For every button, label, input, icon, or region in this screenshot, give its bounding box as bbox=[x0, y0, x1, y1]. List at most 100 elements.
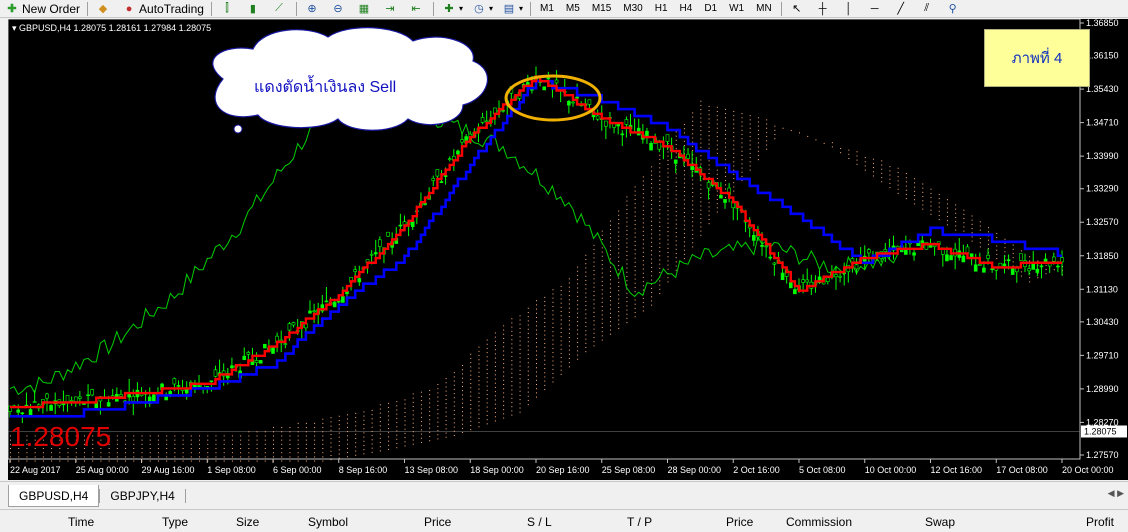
new-order-button[interactable]: ✚ New Order bbox=[0, 0, 84, 18]
cloud-dot bbox=[437, 409, 439, 411]
cloud-dot bbox=[396, 426, 398, 428]
chart-area[interactable]: 1.36850 1.36150 1.35430 1.34710 1.33990 1.332… bbox=[8, 19, 1128, 480]
column-current-price[interactable]: Price bbox=[726, 515, 753, 529]
candle-body bbox=[1051, 256, 1056, 262]
cloud-dot bbox=[725, 108, 727, 110]
tab-scroll-arrows[interactable]: ◀ ▶ bbox=[1108, 488, 1124, 499]
timeframe-h4[interactable]: H4 bbox=[674, 0, 699, 18]
cloud-dot bbox=[470, 362, 472, 364]
cloud-dot bbox=[256, 443, 258, 445]
cloud-dot bbox=[552, 331, 554, 333]
horizontal-line-button[interactable]: ─ bbox=[863, 0, 889, 18]
cloud-dot bbox=[223, 435, 225, 437]
indicators-button[interactable]: ✚ ▾ bbox=[437, 0, 467, 18]
zoom-out-button[interactable]: ⊖ bbox=[326, 0, 352, 18]
cloud-dot bbox=[420, 408, 422, 410]
cloud-dot bbox=[577, 316, 579, 318]
cloud-dot bbox=[1012, 244, 1014, 246]
cloud-dot bbox=[174, 439, 176, 441]
cloud-dot bbox=[305, 456, 307, 458]
tab-gbpjpy-h4[interactable]: GBPJPY,H4 bbox=[100, 485, 184, 506]
cloud-dot bbox=[338, 428, 340, 430]
cloud-dot bbox=[651, 178, 653, 180]
cloud-dot bbox=[766, 144, 768, 146]
cloud-dot bbox=[503, 371, 505, 373]
column-symbol[interactable]: Symbol bbox=[308, 515, 348, 529]
cloud-dot bbox=[700, 155, 702, 157]
toolbar-separator bbox=[87, 1, 89, 16]
cloud-dot bbox=[552, 318, 554, 320]
timeframe-m5[interactable]: M5 bbox=[560, 0, 586, 18]
zoom-in-button[interactable]: ⊕ bbox=[300, 0, 326, 18]
cloud-dot bbox=[314, 460, 316, 462]
search-button[interactable]: ⚲ bbox=[941, 0, 967, 18]
cloud-dot bbox=[552, 339, 554, 341]
cloud-dot bbox=[314, 443, 316, 445]
column-swap[interactable]: Swap bbox=[925, 515, 955, 529]
column-commission[interactable]: Commission bbox=[786, 515, 852, 529]
cloud-dot bbox=[149, 456, 151, 458]
candle-body bbox=[369, 253, 374, 256]
tile-windows-button[interactable]: ▦ bbox=[352, 0, 378, 18]
autoscroll-button[interactable]: ⇥ bbox=[378, 0, 404, 18]
channel-button[interactable]: ⫽ bbox=[915, 0, 941, 18]
cloud-dot bbox=[166, 456, 168, 458]
candle-body bbox=[398, 224, 403, 227]
cloud-dot bbox=[568, 320, 570, 322]
cloud-dot bbox=[667, 235, 669, 237]
templates-button[interactable]: ▤ ▾ bbox=[497, 0, 527, 18]
tab-gbpusd-h4[interactable]: GBPUSD,H4 bbox=[8, 485, 100, 507]
timeframe-mn[interactable]: MN bbox=[750, 0, 778, 18]
periods-button[interactable]: ◷ ▾ bbox=[467, 0, 497, 18]
column-profit[interactable]: Profit bbox=[1086, 515, 1114, 529]
cloud-dot bbox=[478, 384, 480, 386]
crosshair-button[interactable]: ┼ bbox=[811, 0, 837, 18]
cloud-dot bbox=[601, 251, 603, 253]
cloud-dot bbox=[568, 332, 570, 334]
cloud-dot bbox=[190, 452, 192, 454]
cloud-dot bbox=[725, 196, 727, 198]
chart-shift-button[interactable]: ⇤ bbox=[404, 0, 430, 18]
cloud-dot bbox=[659, 284, 661, 286]
cloud-dot bbox=[116, 456, 118, 458]
timeframe-m1[interactable]: M1 bbox=[534, 0, 560, 18]
timeframe-w1[interactable]: W1 bbox=[723, 0, 750, 18]
cloud-dot bbox=[199, 448, 201, 450]
timeframe-m30[interactable]: M30 bbox=[617, 0, 648, 18]
column-take-profit[interactable]: T / P bbox=[627, 515, 652, 529]
cloud-dot bbox=[256, 439, 258, 441]
timeframe-m15[interactable]: M15 bbox=[586, 0, 617, 18]
price-chart[interactable]: 1.368501.361501.354301.347101.339901.332… bbox=[8, 19, 1128, 480]
metaeditor-button[interactable]: ◆ bbox=[91, 0, 117, 18]
cloud-dot bbox=[609, 291, 611, 293]
cloud-dot bbox=[708, 135, 710, 137]
cloud-dot bbox=[240, 460, 242, 462]
column-time[interactable]: Time bbox=[68, 515, 94, 529]
cloud-dot bbox=[651, 254, 653, 256]
cloud-dot bbox=[593, 253, 595, 255]
timeframe-d1[interactable]: D1 bbox=[698, 0, 723, 18]
cloud-dot bbox=[692, 145, 694, 147]
column-price[interactable]: Price bbox=[424, 515, 451, 529]
cloud-dot bbox=[675, 177, 677, 179]
cloud-dot bbox=[297, 435, 299, 437]
cloud-dot bbox=[938, 210, 940, 212]
line-chart-button[interactable]: ⟋ bbox=[267, 0, 293, 18]
vertical-line-button[interactable]: │ bbox=[837, 0, 863, 18]
column-size[interactable]: Size bbox=[236, 515, 259, 529]
candle-chart-button[interactable]: ▮ bbox=[241, 0, 267, 18]
trendline-button[interactable]: ╱ bbox=[889, 0, 915, 18]
bar-chart-button[interactable]: ⫿ bbox=[215, 0, 241, 18]
cloud-dot bbox=[634, 203, 636, 205]
timeframe-h1[interactable]: H1 bbox=[649, 0, 674, 18]
cloud-dot bbox=[231, 456, 233, 458]
cloud-dot bbox=[577, 350, 579, 352]
column-stop-loss[interactable]: S / L bbox=[527, 515, 552, 529]
auto-trading-button[interactable]: ● AutoTrading bbox=[117, 0, 208, 18]
cursor-button[interactable]: ↖ bbox=[785, 0, 811, 18]
candle-body bbox=[801, 279, 805, 283]
cloud-dot bbox=[963, 226, 965, 228]
cloud-dot bbox=[503, 400, 505, 402]
cloud-dot bbox=[223, 460, 225, 462]
column-type[interactable]: Type bbox=[162, 515, 188, 529]
